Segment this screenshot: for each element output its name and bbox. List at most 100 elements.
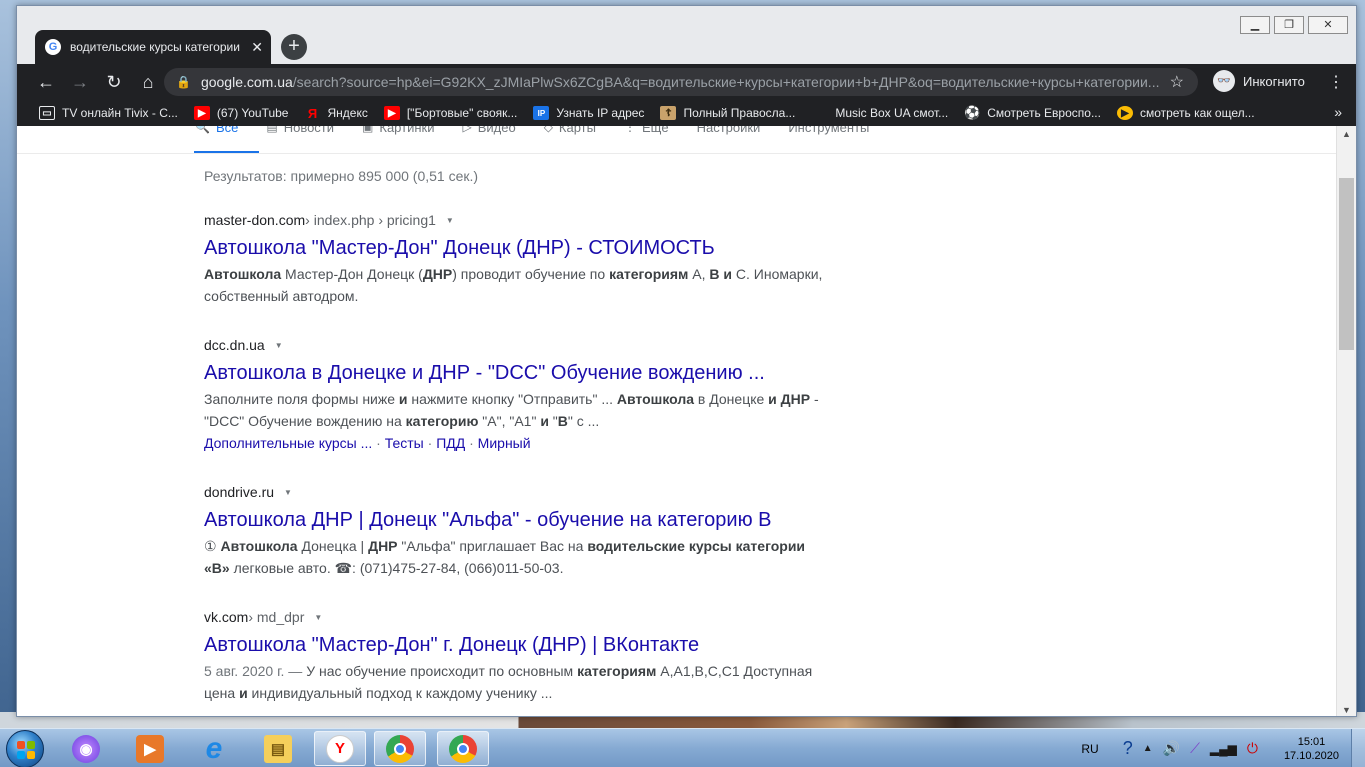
bookmark-label: (67) YouTube bbox=[216, 106, 289, 120]
taskbar-alice[interactable]: ◉ bbox=[60, 731, 112, 766]
ip-icon: IP bbox=[533, 106, 550, 120]
forward-arrow-icon[interactable]: → bbox=[63, 67, 97, 97]
bookmarks-overflow-icon[interactable]: » bbox=[1334, 104, 1342, 120]
scrollbar-thumb[interactable] bbox=[1339, 178, 1354, 350]
power-icon[interactable]: ⏻ bbox=[1247, 740, 1258, 757]
map-pin-icon: ◇ bbox=[543, 126, 553, 134]
bookmark-musicbox[interactable]: Music Box UA смот... bbox=[835, 106, 948, 120]
address-bar[interactable]: 🔒 google.com.ua/search?source=hp&ei=G92K… bbox=[164, 68, 1198, 96]
result-title-link[interactable]: Автошкола в Донецке и ДНР - "DCC" Обучен… bbox=[204, 360, 824, 386]
minimize-button[interactable]: ▁ bbox=[1240, 16, 1270, 34]
page-scrollbar[interactable]: ▲ ▼ bbox=[1336, 126, 1356, 716]
browser-toolbar: ← → ↻ ⌂ 🔒 google.com.ua/search?source=hp… bbox=[17, 64, 1356, 100]
result-breadcrumb: › md_dpr bbox=[248, 609, 305, 625]
taskbar-internet-explorer[interactable]: e bbox=[188, 731, 240, 766]
sitelink[interactable]: Дополнительные курсы ... bbox=[204, 435, 372, 451]
language-indicator[interactable]: RU bbox=[1081, 742, 1098, 756]
caret-down-icon[interactable]: ▼ bbox=[314, 613, 322, 622]
bookmark-youtube[interactable]: ▶ (67) YouTube bbox=[193, 106, 289, 120]
show-hidden-icons-icon[interactable]: ▲ bbox=[1143, 743, 1153, 754]
tab-all[interactable]: 🔍 Все bbox=[195, 126, 238, 146]
bookmark-star-icon[interactable]: ☆ bbox=[1170, 72, 1184, 92]
browser-tab[interactable]: G водительские курсы категории ✕ bbox=[35, 30, 271, 64]
tab-maps[interactable]: ◇ Карты bbox=[544, 126, 596, 146]
result-url[interactable]: dcc.dn.ua ▼ bbox=[204, 335, 824, 355]
back-arrow-icon[interactable]: ← bbox=[29, 67, 63, 97]
result-title-link[interactable]: Автошкола "Мастер-Дон" г. Донецк (ДНР) |… bbox=[204, 632, 824, 658]
bookmark-bortovye[interactable]: ▶ ["Бортовые" свояк... bbox=[383, 106, 517, 120]
taskbar-file-explorer[interactable]: ▤ bbox=[252, 731, 304, 766]
show-desktop-button[interactable] bbox=[1351, 729, 1365, 767]
result-title-link[interactable]: Автошкола "Мастер-Дон" Донецк (ДНР) - СТ… bbox=[204, 235, 824, 261]
media-player-icon: ▶ bbox=[136, 734, 164, 763]
tab-tools[interactable]: Инструменты bbox=[788, 126, 869, 146]
incognito-indicator[interactable]: 👓 Инкогнито bbox=[1213, 70, 1305, 92]
feather-icon[interactable]: ⟋ bbox=[1190, 740, 1200, 757]
bookmark-label: Яндекс bbox=[327, 106, 368, 120]
result-domain: master-don.com bbox=[204, 212, 306, 228]
reload-icon[interactable]: ↻ bbox=[97, 67, 131, 97]
taskbar-chrome[interactable] bbox=[374, 731, 426, 766]
caret-down-icon[interactable]: ▼ bbox=[275, 341, 283, 350]
url-path: /search?source=hp&ei=G92KX_zJMIaPlwSx6ZC… bbox=[292, 74, 1160, 90]
maximize-button[interactable]: ❐ bbox=[1274, 16, 1304, 34]
tab-title: водительские курсы категории bbox=[70, 40, 240, 54]
youtube-icon: ▶ bbox=[193, 106, 210, 120]
tab-images[interactable]: ▣ Картинки bbox=[362, 126, 434, 146]
network-signal-icon[interactable]: ▂▄▆ bbox=[1210, 742, 1237, 756]
url-text: google.com.ua/search?source=hp&ei=G92KX_… bbox=[201, 74, 1160, 90]
result-snippet: ① Автошкола Донецка | ДНР "Альфа" пригла… bbox=[204, 538, 806, 576]
tab-more[interactable]: ⋮ Ещё bbox=[624, 126, 669, 146]
bookmark-yandex[interactable]: Я Яндекс bbox=[304, 106, 368, 121]
start-button[interactable] bbox=[6, 730, 44, 767]
cross-icon: ☦ bbox=[660, 106, 677, 120]
bookmark-pravoslav[interactable]: ☦ Полный Правосла... bbox=[660, 106, 795, 120]
result-url[interactable]: dondrive.ru ▼ bbox=[204, 482, 824, 502]
search-icon: 🔍 bbox=[195, 126, 210, 134]
close-window-button[interactable]: ✕ bbox=[1308, 16, 1348, 34]
news-icon: ▤ bbox=[266, 126, 278, 134]
menu-icon[interactable]: ⋮ bbox=[1328, 72, 1344, 92]
bookmark-tivix[interactable]: ▭ TV онлайн Tivix - С... bbox=[39, 106, 178, 120]
bookmark-ip[interactable]: IP Узнать IP адрес bbox=[533, 106, 644, 120]
taskbar-media-player[interactable]: ▶ bbox=[124, 731, 176, 766]
result-domain: vk.com bbox=[204, 609, 249, 625]
play-icon: ▶ bbox=[1116, 106, 1133, 120]
taskbar-yandex-browser[interactable]: Y bbox=[314, 731, 366, 766]
tabs-divider bbox=[17, 153, 1338, 154]
bookmark-watch[interactable]: ▶ смотреть как ощел... bbox=[1116, 106, 1255, 120]
image-icon: ▣ bbox=[362, 126, 374, 134]
result-url[interactable]: vk.com › md_dpr ▼ bbox=[204, 607, 824, 627]
result-title-link[interactable]: Автошкола ДНР | Донецк "Альфа" - обучени… bbox=[204, 507, 824, 533]
tab-video[interactable]: ▷ Видео bbox=[462, 126, 515, 146]
help-icon[interactable]: ? bbox=[1123, 738, 1133, 759]
tab-close-icon[interactable]: ✕ bbox=[251, 39, 263, 56]
result-url[interactable]: master-don.com › index.php › pricing1 ▼ bbox=[204, 210, 824, 230]
caret-down-icon[interactable]: ▼ bbox=[446, 216, 454, 225]
tab-strip: G водительские курсы категории ✕ + ▁ ❐ ✕ bbox=[17, 6, 1356, 64]
scroll-down-icon[interactable]: ▼ bbox=[1337, 702, 1356, 716]
bookmark-label: Music Box UA смот... bbox=[835, 106, 949, 120]
system-tray: RU ? ▲ 🔊 ⟋ ▂▄▆ ⏻ 15:01 17.10.2020 bbox=[1081, 729, 1365, 767]
chrome-window: G водительские курсы категории ✕ + ▁ ❐ ✕… bbox=[16, 5, 1357, 717]
tab-settings[interactable]: Настройки bbox=[697, 126, 761, 146]
home-icon[interactable]: ⌂ bbox=[131, 67, 165, 97]
window-controls: ▁ ❐ ✕ bbox=[1236, 16, 1348, 34]
bookmark-eurosport[interactable]: ⚽ Смотреть Евроспо... bbox=[964, 105, 1101, 120]
tab-label: Картинки bbox=[379, 126, 435, 135]
bookmarks-bar: ▭ TV онлайн Tivix - С... ▶ (67) YouTube … bbox=[17, 100, 1356, 126]
caret-down-icon[interactable]: ▼ bbox=[284, 488, 292, 497]
sitelink[interactable]: Мирный bbox=[478, 435, 531, 451]
clock[interactable]: 15:01 17.10.2020 bbox=[1284, 735, 1339, 763]
result-domain: dcc.dn.ua bbox=[204, 337, 265, 353]
incognito-label: Инкогнито bbox=[1243, 73, 1305, 89]
taskbar-chrome-incognito[interactable] bbox=[437, 731, 489, 766]
volume-icon[interactable]: 🔊 bbox=[1163, 740, 1180, 757]
new-tab-button[interactable]: + bbox=[281, 34, 307, 60]
scroll-up-icon[interactable]: ▲ bbox=[1337, 126, 1356, 142]
sitelink[interactable]: ПДД bbox=[436, 435, 465, 451]
tab-news[interactable]: ▤ Новости bbox=[266, 126, 334, 146]
bookmark-label: Узнать IP адрес bbox=[556, 106, 645, 120]
tab-label: Видео bbox=[477, 126, 516, 135]
sitelink[interactable]: Тесты bbox=[385, 435, 424, 451]
